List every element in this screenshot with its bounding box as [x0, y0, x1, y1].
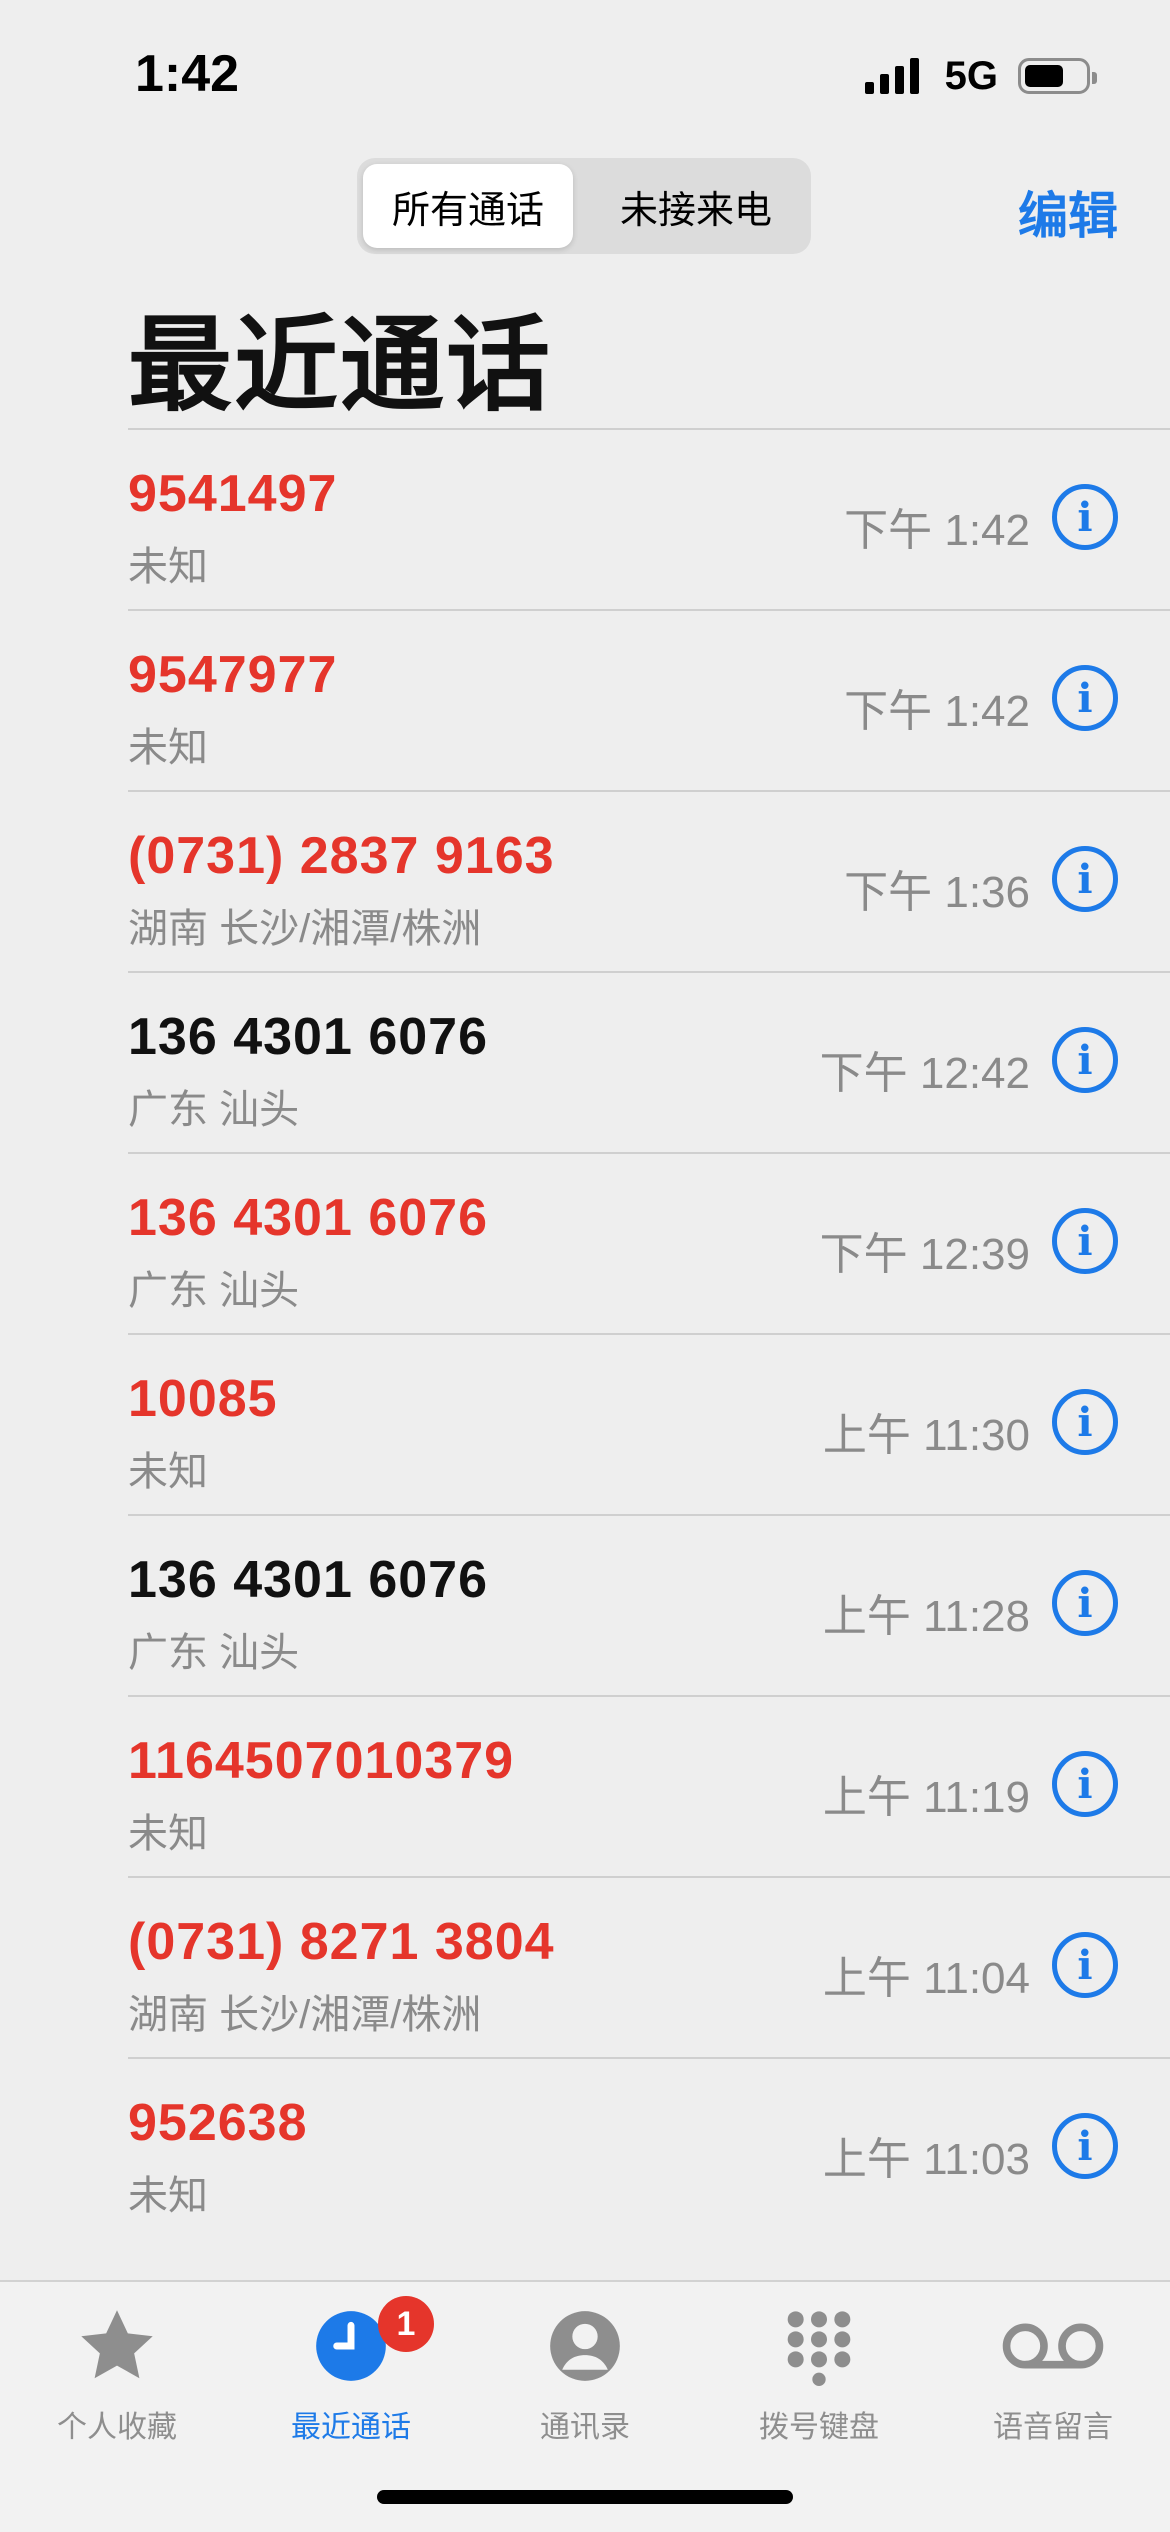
info-icon[interactable]: i	[1052, 484, 1118, 550]
call-location: 广东 汕头	[128, 1088, 300, 1132]
person-icon	[550, 2311, 620, 2381]
info-icon[interactable]: i	[1052, 1208, 1118, 1274]
call-row[interactable]: 136 4301 6076 广东 汕头 下午 12:42 i	[128, 971, 1170, 1152]
info-icon[interactable]: i	[1052, 2113, 1118, 2179]
call-time: 下午 12:39	[819, 1230, 1030, 1279]
voicemail-icon	[1002, 2323, 1104, 2369]
info-icon[interactable]: i	[1052, 1932, 1118, 1998]
call-number: 9541497	[128, 465, 338, 523]
call-row[interactable]: 9547977 未知 下午 1:42 i	[128, 609, 1170, 790]
call-row[interactable]: 10085 未知 上午 11:30 i	[128, 1333, 1170, 1514]
info-icon[interactable]: i	[1052, 1751, 1118, 1817]
call-location: 未知	[128, 1812, 208, 1856]
info-icon[interactable]: i	[1052, 1027, 1118, 1093]
call-time: 下午 12:42	[819, 1049, 1030, 1098]
recent-calls-list: 9541497 未知 下午 1:42 i 9547977 未知 下午 1:42 i (0731)…	[128, 428, 1170, 2238]
call-number: (0731) 2837 9163	[128, 827, 555, 885]
tab-keypad[interactable]: 拨号键盘	[702, 2302, 936, 2446]
call-row[interactable]: (0731) 8271 3804 湖南 长沙/湘潭/株洲 上午 11:04 i	[128, 1876, 1170, 2057]
call-number: 952638	[128, 2094, 308, 2152]
call-time: 上午 11:19	[822, 1773, 1030, 1822]
call-row[interactable]: (0731) 2837 9163 湖南 长沙/湘潭/株洲 下午 1:36 i	[128, 790, 1170, 971]
call-row[interactable]: 136 4301 6076 广东 汕头 下午 12:39 i	[128, 1152, 1170, 1333]
call-location: 湖南 长沙/湘潭/株洲	[128, 1993, 482, 2037]
call-number: 9547977	[128, 646, 338, 704]
status-indicators: 5G	[864, 53, 1097, 98]
call-row[interactable]: 9541497 未知 下午 1:42 i	[128, 428, 1170, 609]
recents-screen: 1:42 5G 所有通话 未接来电 编辑 最近通话 9541497 未知 下午 1:…	[0, 0, 1170, 2532]
keypad-icon	[787, 2311, 851, 2386]
missed-count-badge: 1	[378, 2296, 434, 2352]
home-indicator[interactable]	[377, 2490, 793, 2504]
tab-voicemail[interactable]: 语音留言	[936, 2302, 1170, 2446]
cellular-signal-icon	[864, 58, 925, 94]
call-location: 未知	[128, 1450, 208, 1494]
network-type: 5G	[944, 53, 998, 98]
call-time: 上午 11:04	[822, 1954, 1030, 2003]
call-number: 1164507010379	[128, 1732, 515, 1790]
page-title: 最近通话	[128, 308, 553, 424]
call-time: 上午 11:28	[822, 1592, 1030, 1641]
call-row[interactable]: 952638 未知 上午 11:03 i	[128, 2057, 1170, 2238]
tab-label: 通讯录	[540, 2411, 630, 2444]
call-time: 下午 1:42	[844, 687, 1030, 736]
call-location: 未知	[128, 2174, 208, 2218]
tab-label: 语音留言	[993, 2411, 1113, 2444]
tab-favorites[interactable]: 个人收藏	[0, 2302, 234, 2446]
info-icon[interactable]: i	[1052, 665, 1118, 731]
call-time: 下午 1:42	[844, 506, 1030, 555]
call-number: 136 4301 6076	[128, 1008, 489, 1066]
call-time: 下午 1:36	[844, 868, 1030, 917]
call-location: 未知	[128, 545, 208, 589]
segment-missed-calls[interactable]: 未接来电	[587, 164, 805, 248]
call-number: 10085	[128, 1370, 278, 1428]
call-location: 广东 汕头	[128, 1631, 300, 1675]
call-row[interactable]: 136 4301 6076 广东 汕头 上午 11:28 i	[128, 1514, 1170, 1695]
info-icon[interactable]: i	[1052, 1389, 1118, 1455]
call-filter-segmented-control: 所有通话 未接来电	[357, 158, 811, 254]
info-icon[interactable]: i	[1052, 1570, 1118, 1636]
edit-button[interactable]: 编辑	[1018, 176, 1118, 248]
call-number: (0731) 8271 3804	[128, 1913, 555, 1971]
tab-label: 拨号键盘	[759, 2411, 879, 2444]
tab-recents[interactable]: 1 最近通话	[234, 2296, 468, 2446]
call-time: 上午 11:30	[822, 1411, 1030, 1460]
call-location: 广东 汕头	[128, 1269, 300, 1313]
call-location: 湖南 长沙/湘潭/株洲	[128, 907, 482, 951]
call-row[interactable]: 1164507010379 未知 上午 11:19 i	[128, 1695, 1170, 1876]
status-bar: 1:42 5G	[0, 0, 1170, 150]
call-time: 上午 11:03	[822, 2135, 1030, 2184]
call-number: 136 4301 6076	[128, 1189, 489, 1247]
segment-all-calls[interactable]: 所有通话	[363, 164, 573, 248]
call-location: 未知	[128, 726, 208, 770]
status-time: 1:42	[135, 45, 240, 103]
tab-label: 最近通话	[291, 2411, 411, 2444]
call-number: 136 4301 6076	[128, 1551, 489, 1609]
battery-icon	[1018, 58, 1097, 94]
info-icon[interactable]: i	[1052, 846, 1118, 912]
tab-label: 个人收藏	[57, 2411, 177, 2444]
tab-contacts[interactable]: 通讯录	[468, 2302, 702, 2446]
star-icon	[81, 2310, 153, 2379]
